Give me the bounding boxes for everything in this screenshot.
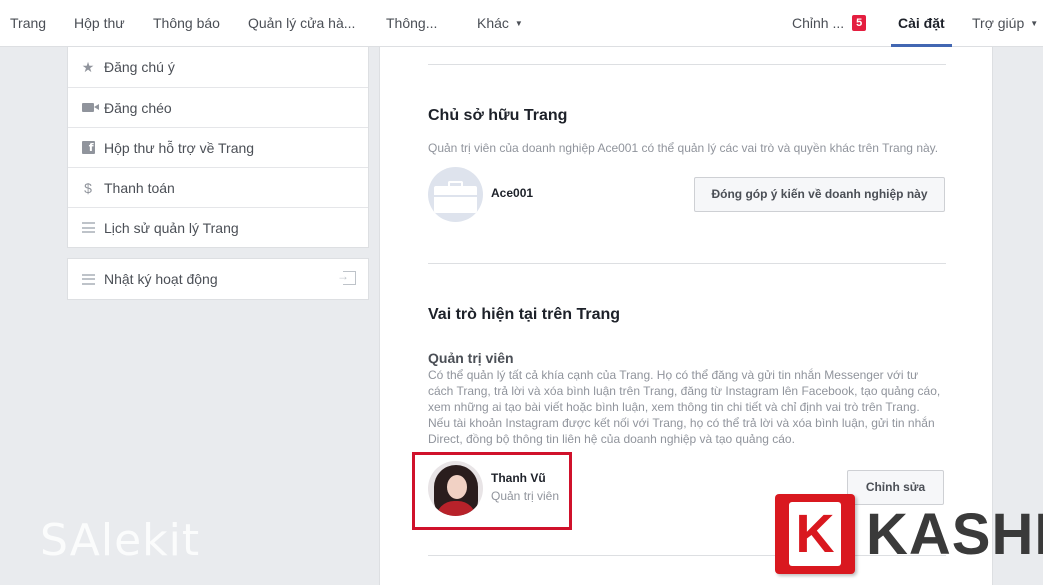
sidebar-item-crossposting[interactable]: Đăng chéo xyxy=(68,87,368,127)
salekit-watermark: SAlekit xyxy=(40,515,201,566)
edit-role-button[interactable]: Chỉnh sửa xyxy=(847,470,944,505)
highlight-box xyxy=(412,452,572,530)
list-icon xyxy=(80,271,96,287)
nav-tab-inbox[interactable]: Hộp thư xyxy=(74,0,125,47)
nav-tab-edit[interactable]: Chỉnh ... 5 xyxy=(792,0,867,47)
video-camera-icon xyxy=(80,100,99,116)
owner-description: Quản trị viên của doanh nghiệp Ace001 có… xyxy=(428,141,939,155)
kashi-logo: K xyxy=(775,494,855,574)
sidebar-item-label: Thanh toán xyxy=(104,179,175,196)
sidebar-item-payments[interactable]: $ Thanh toán xyxy=(68,167,368,207)
sidebar-item-label: Hộp thư hỗ trợ về Trang xyxy=(104,139,255,156)
role-description-line: Có thể quản lý tất cả khía cạnh của Tran… xyxy=(428,368,919,382)
sidebar-item-label: Đăng chéo xyxy=(104,99,172,116)
role-description-line: Direct, đồng bộ thông tin liên hệ của do… xyxy=(428,432,795,446)
business-name[interactable]: Ace001 xyxy=(491,186,533,200)
role-description-line: cách Trang, trả lời và xóa bình luận trê… xyxy=(428,384,941,398)
nav-tab-help[interactable]: Trợ giúp ▼ xyxy=(972,0,1038,47)
business-avatar xyxy=(428,167,483,222)
section-title-current-roles: Vai trò hiện tại trên Trang xyxy=(428,306,621,323)
chevron-down-icon: ▼ xyxy=(1030,19,1039,28)
chevron-down-icon: ▼ xyxy=(514,19,523,28)
section-title-page-owner: Chủ sở hữu Trang xyxy=(428,107,568,124)
business-feedback-button[interactable]: Đóng góp ý kiến về doanh nghiệp này xyxy=(694,177,945,212)
divider xyxy=(428,263,946,264)
nav-edit-label: Chỉnh ... xyxy=(792,15,845,31)
role-description-line: xem những ai tạo bài viết hoặc bình luận… xyxy=(428,400,920,414)
sidebar-item-label: Đăng chú ý xyxy=(104,59,175,75)
nav-tab-insights[interactable]: Thông... xyxy=(386,0,437,47)
notification-badge: 5 xyxy=(852,15,867,31)
role-description: Có thể quản lý tất cả khía cạnh của Tran… xyxy=(428,367,940,447)
sidebar-item-featured[interactable]: ★ Đăng chú ý xyxy=(68,47,368,87)
nav-tab-shop-management[interactable]: Quản lý cửa hà... xyxy=(248,0,355,47)
sidebar-menu: ★ Đăng chú ý Đăng chéo f Hộp thư hỗ trợ … xyxy=(67,47,369,248)
history-icon xyxy=(80,220,96,236)
star-icon: ★ xyxy=(81,58,95,75)
sidebar-item-label: Nhật ký hoạt động xyxy=(104,271,218,287)
sidebar-item-label: Lịch sử quản lý Trang xyxy=(104,219,239,236)
top-navigation: Trang Hộp thư Thông báo Quản lý cửa hà..… xyxy=(0,0,1043,47)
nav-tab-more[interactable]: Khác ▼ xyxy=(477,0,523,47)
nav-tab-notifications[interactable]: Thông báo xyxy=(153,0,220,47)
nav-tab-settings[interactable]: Cài đặt xyxy=(891,0,952,47)
dollar-icon: $ xyxy=(84,179,92,196)
sidebar-item-support-inbox[interactable]: f Hộp thư hỗ trợ về Trang xyxy=(68,127,368,167)
divider xyxy=(428,64,946,65)
kashi-logo-letter: K xyxy=(789,502,841,566)
sidebar-item-activity-log[interactable]: Nhật ký hoạt động xyxy=(68,259,368,299)
sidebar-item-management-history[interactable]: Lịch sử quản lý Trang xyxy=(68,207,368,247)
nav-more-label: Khác xyxy=(477,15,509,31)
kashi-watermark: KASHI xyxy=(866,502,1043,567)
exit-icon[interactable] xyxy=(337,269,356,285)
nav-help-label: Trợ giúp xyxy=(972,15,1025,31)
activity-log-box: Nhật ký hoạt động xyxy=(67,258,369,300)
facebook-icon: f xyxy=(80,140,96,156)
role-title: Quản trị viên xyxy=(428,350,514,366)
nav-tab-page[interactable]: Trang xyxy=(10,0,46,47)
role-description-line: Nếu tài khoản Instagram được kết nối với… xyxy=(428,416,935,430)
